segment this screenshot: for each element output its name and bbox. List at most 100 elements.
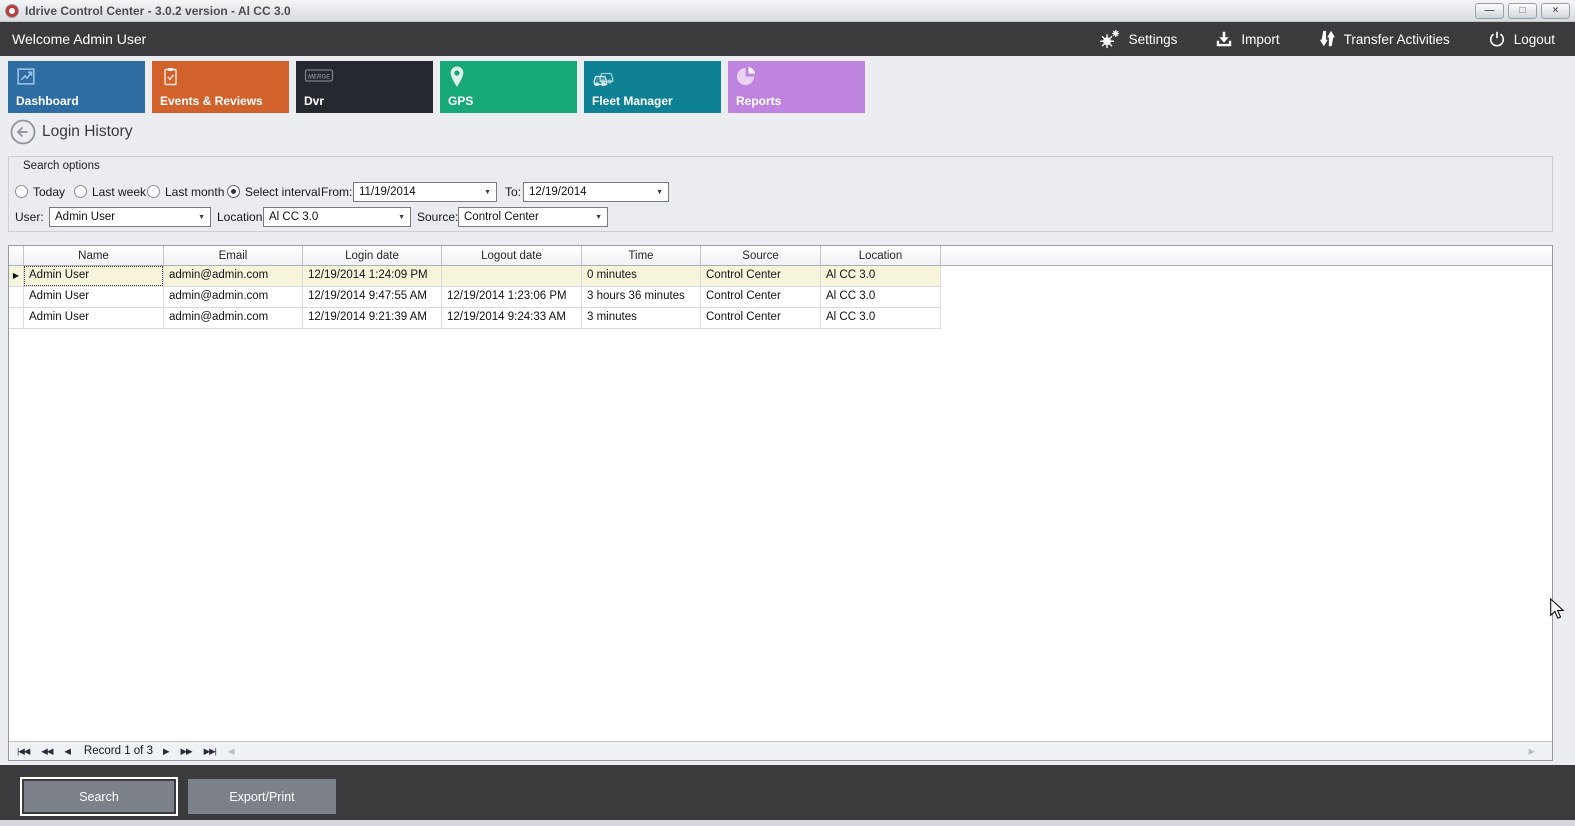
chart-box-icon: [16, 66, 37, 92]
column-header-name[interactable]: Name: [24, 246, 164, 266]
user-dropdown[interactable]: Admin User ▼: [49, 207, 211, 227]
svg-text:MERGE: MERGE: [308, 75, 331, 81]
cell-source[interactable]: Control Center: [701, 308, 821, 329]
page-title: Login History: [42, 123, 132, 141]
nav-tiles: Dashboard Events & Reviews MERGE Dvr: [8, 61, 865, 113]
tile-gps[interactable]: GPS: [440, 61, 577, 113]
grid-header-row: Name Email Login date Logout date Time S…: [9, 246, 1552, 266]
record-counter: Record 1 of 3: [84, 745, 153, 757]
power-icon: [1488, 30, 1506, 48]
radio-select-interval[interactable]: [227, 185, 240, 198]
cell-source[interactable]: Control Center: [701, 266, 821, 287]
radio-select-interval-label: Select interval: [245, 185, 320, 199]
tile-fleet-manager-label: Fleet Manager: [592, 94, 673, 108]
tile-events-reviews[interactable]: Events & Reviews: [152, 61, 289, 113]
cell-email[interactable]: admin@admin.com: [164, 266, 303, 287]
tile-dvr[interactable]: MERGE Dvr: [296, 61, 433, 113]
transfer-activities-button[interactable]: Transfer Activities: [1318, 30, 1450, 49]
cell-login-date[interactable]: 12/19/2014 9:47:55 AM: [303, 287, 442, 308]
transfer-arrows-icon: [1318, 30, 1336, 49]
cell-time[interactable]: 3 minutes: [582, 308, 701, 329]
column-header-time[interactable]: Time: [582, 246, 701, 266]
column-header-logout-date[interactable]: Logout date: [442, 246, 582, 266]
cell-email[interactable]: admin@admin.com: [164, 308, 303, 329]
window-bottom-edge: [0, 820, 1575, 826]
cell-login-date[interactable]: 12/19/2014 9:21:39 AM: [303, 308, 442, 329]
maximize-button[interactable]: □: [1508, 3, 1537, 19]
to-date-picker[interactable]: 12/19/2014 ▼: [523, 182, 669, 202]
chevron-down-icon: ▼: [595, 214, 602, 221]
hscroll-left-button[interactable]: ◀: [228, 747, 234, 756]
search-options-title: Search options: [23, 160, 100, 172]
radio-today-label: Today: [33, 185, 65, 199]
chevron-down-icon: ▼: [484, 189, 491, 196]
transfer-activities-label: Transfer Activities: [1344, 32, 1450, 47]
logout-button[interactable]: Logout: [1488, 30, 1555, 48]
table-row[interactable]: Admin User admin@admin.com 12/19/2014 9:…: [9, 287, 1552, 308]
cell-logout-date[interactable]: [442, 266, 582, 287]
row-filler: [941, 266, 1552, 287]
cell-time[interactable]: 3 hours 36 minutes: [582, 287, 701, 308]
radio-today[interactable]: [15, 185, 28, 198]
welcome-text: Welcome Admin User: [0, 31, 146, 47]
tile-dvr-label: Dvr: [304, 94, 324, 108]
back-button[interactable]: [10, 119, 36, 145]
source-dropdown[interactable]: Control Center ▼: [458, 207, 608, 227]
cell-location[interactable]: Al CC 3.0: [821, 266, 941, 287]
source-value: Control Center: [464, 211, 539, 223]
cell-location[interactable]: Al CC 3.0: [821, 308, 941, 329]
row-indicator-cell: [9, 287, 24, 308]
merge-device-icon: MERGE: [304, 66, 334, 91]
pie-chart-icon: [736, 66, 757, 92]
table-row[interactable]: Admin User admin@admin.com 12/19/2014 9:…: [9, 308, 1552, 329]
nav-next-page-button[interactable]: ▶▶: [181, 747, 192, 756]
tile-fleet-manager[interactable]: Fleet Manager: [584, 61, 721, 113]
search-button-label: Search: [24, 781, 174, 812]
close-button[interactable]: ×: [1541, 3, 1570, 19]
cell-login-date[interactable]: 12/19/2014 1:24:09 PM: [303, 266, 442, 287]
user-value: Admin User: [55, 211, 115, 223]
column-header-source[interactable]: Source: [701, 246, 821, 266]
export-print-button[interactable]: Export/Print: [188, 779, 336, 814]
to-label: To:: [505, 185, 521, 199]
radio-last-week[interactable]: [74, 185, 87, 198]
minimize-button[interactable]: —: [1475, 3, 1504, 19]
import-button[interactable]: Import: [1215, 30, 1279, 48]
column-header-email[interactable]: Email: [164, 246, 303, 266]
top-menu-bar: Welcome Admin User: [0, 22, 1575, 56]
from-date-picker[interactable]: 11/19/2014 ▼: [353, 182, 497, 202]
search-button[interactable]: Search: [20, 777, 178, 816]
chevron-down-icon: ▼: [656, 189, 663, 196]
cell-time[interactable]: 0 minutes: [582, 266, 701, 287]
nav-prev-button[interactable]: ◀: [64, 747, 70, 756]
column-header-login-date[interactable]: Login date: [303, 246, 442, 266]
nav-next-button[interactable]: ▶: [163, 747, 169, 756]
tile-events-reviews-label: Events & Reviews: [160, 94, 263, 108]
cell-location[interactable]: Al CC 3.0: [821, 287, 941, 308]
table-row-selected[interactable]: ▶ Admin User admin@admin.com 12/19/2014 …: [9, 266, 1552, 287]
row-filler: [941, 308, 1552, 329]
logout-label: Logout: [1514, 32, 1555, 47]
source-label: Source:: [417, 210, 458, 224]
nav-prev-page-button[interactable]: ◀◀: [41, 747, 52, 756]
cell-source[interactable]: Control Center: [701, 287, 821, 308]
cell-logout-date[interactable]: 12/19/2014 1:23:06 PM: [442, 287, 582, 308]
cell-logout-date[interactable]: 12/19/2014 9:24:33 AM: [442, 308, 582, 329]
column-header-location[interactable]: Location: [821, 246, 941, 266]
tile-reports[interactable]: Reports: [728, 61, 865, 113]
cell-name[interactable]: Admin User: [24, 266, 164, 287]
cell-name[interactable]: Admin User: [24, 287, 164, 308]
hscroll-right-button[interactable]: ▶: [1528, 747, 1534, 756]
cell-name[interactable]: Admin User: [24, 308, 164, 329]
cell-email[interactable]: admin@admin.com: [164, 287, 303, 308]
tile-dashboard[interactable]: Dashboard: [8, 61, 145, 113]
settings-button[interactable]: Settings: [1100, 30, 1178, 49]
location-label: Location:: [217, 210, 266, 224]
export-print-label: Export/Print: [229, 790, 294, 804]
row-indicator-arrow-icon: ▶: [13, 272, 19, 280]
radio-last-month[interactable]: [147, 185, 160, 198]
nav-last-button[interactable]: ▶▶|: [204, 747, 216, 756]
nav-first-button[interactable]: |◀◀: [17, 747, 29, 756]
row-indicator-cell: [9, 308, 24, 329]
location-dropdown[interactable]: Al CC 3.0 ▼: [263, 207, 411, 227]
